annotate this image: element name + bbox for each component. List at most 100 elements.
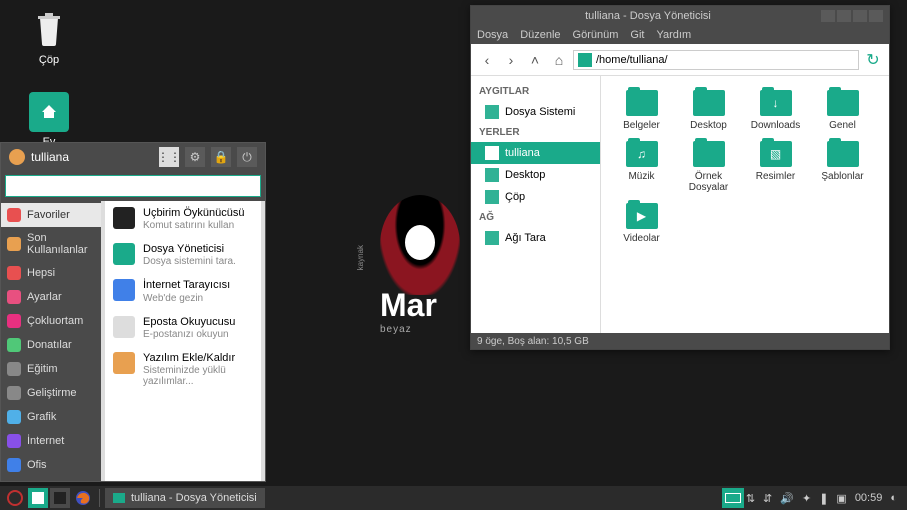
window-titlebar[interactable]: tulliana - Dosya Yöneticisi [471,6,889,26]
category-item[interactable]: Son Kullanılanlar [1,227,101,261]
folder-item[interactable]: Genel [810,88,875,133]
tray-volume-icon[interactable]: 🔊 [780,492,794,505]
app-icon [113,243,135,265]
lock-button[interactable]: 🔒 [211,147,231,167]
category-label: Son Kullanılanlar [27,232,95,256]
start-button[interactable] [4,488,26,508]
app-item[interactable]: Eposta OkuyucusuE-postanızı okuyun [105,310,261,346]
category-icon [7,338,21,352]
nav-forward-button[interactable]: › [501,50,521,70]
app-item[interactable]: İnternet TarayıcısıWeb'de gezin [105,273,261,309]
desktop-trash[interactable]: Çöp [14,10,84,66]
sidebar-item[interactable]: Dosya Sistemi [471,101,600,123]
path-bar[interactable]: /home/tulliana/ [573,50,859,70]
tray-power-icon[interactable]: ❚ [819,492,828,505]
start-menu: tulliana ⋮⋮ ⚙ 🔒 ⏻ Favoriler Son Kullanıla… [0,142,266,482]
folder-item[interactable]: ♫Müzik [609,139,674,195]
tray-settings-icon[interactable]: ✦ [802,492,811,505]
start-menu-header: tulliana ⋮⋮ ⚙ 🔒 ⏻ [1,143,265,171]
settings-button[interactable]: ⚙ [185,147,205,167]
search-input[interactable] [5,175,261,197]
reload-button[interactable]: ↻ [863,50,883,70]
sidebar-item-label: Çöp [505,191,525,203]
category-item[interactable]: Ofis [1,453,101,477]
sidebar-heading: AYGITLAR [471,82,600,101]
view-toggle-button[interactable]: ⋮⋮ [159,147,179,167]
category-item[interactable]: Eğitim [1,357,101,381]
sidebar-item-label: tulliana [505,147,540,159]
category-icon [7,290,21,304]
folder-item[interactable]: Örnek Dosyalar [676,139,741,195]
app-item[interactable]: Yazılım Ekle/KaldırSisteminizde yüklü ya… [105,346,261,393]
close-button[interactable] [869,10,883,22]
category-item[interactable]: İnternet [1,429,101,453]
pinned-app-1[interactable] [28,488,48,508]
folder-label: Desktop [690,120,727,131]
folder-item[interactable]: ▶Videolar [609,201,674,246]
app-desc: Sisteminizde yüklü yazılımlar... [143,365,253,387]
maximize-button[interactable] [837,10,851,22]
app-list: Uçbirim ÖykünücüsüKomut satırını kullanD… [101,201,265,481]
folder-icon [578,53,592,67]
app-title: Eposta Okuyucusu [143,316,235,329]
sidebar-item[interactable]: tulliana [471,142,600,164]
tray-updates-icon[interactable]: ⇅ [746,492,755,505]
workspace-switcher[interactable] [722,488,744,508]
app-item[interactable]: Uçbirim ÖykünücüsüKomut satırını kullan [105,201,261,237]
folder-label: Videolar [623,233,660,244]
category-item[interactable]: Grafik [1,405,101,429]
app-icon [113,207,135,229]
app-title: Uçbirim Öykünücüsü [143,207,244,220]
menu-item[interactable]: Yardım [656,29,691,41]
category-label: Eğitim [27,363,58,375]
nav-back-button[interactable]: ‹ [477,50,497,70]
category-item[interactable]: Hepsi [1,261,101,285]
user-avatar-icon [9,149,25,165]
menu-item[interactable]: Görünüm [573,29,619,41]
category-icon [7,434,21,448]
app-icon [113,352,135,374]
folder-icon: ♫ [626,141,658,167]
folder-item[interactable]: ↓Downloads [743,88,808,133]
folder-item[interactable]: Desktop [676,88,741,133]
menu-button[interactable] [853,10,867,22]
sidebar-item[interactable]: Çöp [471,186,600,208]
taskbar-task[interactable]: tulliana - Dosya Yöneticisi [105,488,265,508]
folder-item[interactable]: Şablonlar [810,139,875,195]
folder-label: Şablonlar [821,171,863,182]
category-item[interactable]: Geliştirme [1,381,101,405]
file-grid: Belgeler Desktop ↓DownloadsGenel ♫MüzikÖrne… [601,76,889,333]
category-item[interactable]: Donatılar [1,333,101,357]
folder-item[interactable]: ▧Resimler [743,139,808,195]
sidebar-item-icon [485,146,499,160]
category-item[interactable]: Çokluortam [1,309,101,333]
folder-label: Belgeler [623,120,660,131]
menu-item[interactable]: Dosya [477,29,508,41]
desktop-home[interactable]: Ev [14,92,84,148]
pinned-firefox[interactable] [72,488,94,508]
folder-label: Downloads [751,120,800,131]
power-button[interactable]: ⏻ [237,147,257,167]
app-item[interactable]: Dosya YöneticisiDosya sistemini tara. [105,237,261,273]
sidebar-item[interactable]: Ağı Tara [471,227,600,249]
menu-item[interactable]: Git [630,29,644,41]
sidebar-item[interactable]: Desktop [471,164,600,186]
nav-home-button[interactable]: ⌂ [549,50,569,70]
sidebar-heading: YERLER [471,123,600,142]
category-list: Favoriler Son Kullanılanlar HepsiAyarlar Ço… [1,201,101,481]
tray-network-icon[interactable]: ⇵ [763,492,772,505]
sidebar-item-label: Desktop [505,169,545,181]
tray-notifications-icon[interactable]: ▣ [836,492,846,505]
pinned-terminal[interactable] [50,488,70,508]
tray-user-icon[interactable]: ◐ [890,492,897,504]
category-item[interactable]: Ayarlar [1,285,101,309]
category-item[interactable]: Favoriler [1,203,101,227]
category-label: Çokluortam [27,315,83,327]
menubar: Dosya Düzenle Görünüm Git Yardım [471,26,889,44]
clock[interactable]: 00:59 [855,492,883,504]
folder-item[interactable]: Belgeler [609,88,674,133]
nav-up-button[interactable]: ˄ [525,50,545,70]
menu-item[interactable]: Düzenle [520,29,560,41]
folder-icon [113,493,125,503]
minimize-button[interactable] [821,10,835,22]
